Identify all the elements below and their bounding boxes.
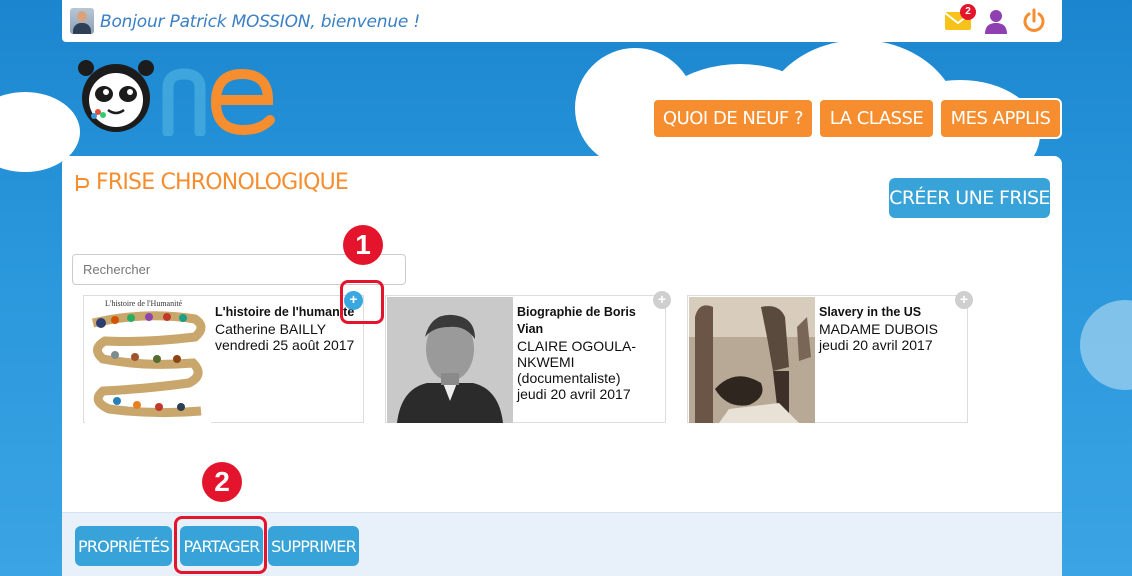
mail-badge: 2	[960, 4, 976, 20]
step-1-marker: 1	[343, 225, 383, 265]
timeline-title[interactable]: Slavery in the US	[819, 304, 965, 321]
one-logo[interactable]	[78, 56, 278, 138]
timeline-thumbnail: L'histoire de l'Humanité	[85, 297, 211, 423]
thumbnail-caption: L'histoire de l'Humanité	[105, 299, 183, 308]
highlight-share-box	[174, 516, 267, 574]
timeline-date: jeudi 20 avril 2017	[517, 386, 631, 402]
select-timeline-plus-icon[interactable]: +	[653, 291, 671, 309]
create-timeline-button[interactable]: CRÉER UNE FRISE	[889, 178, 1050, 218]
timeline-card[interactable]: Biographie de Boris Vian CLAIRE OGOULA-N…	[385, 291, 671, 423]
nav-class-button[interactable]: LA CLASSE	[818, 98, 935, 139]
timeline-thumbnail	[387, 297, 513, 423]
select-timeline-plus-icon[interactable]: +	[955, 291, 973, 309]
step-2-marker: 2	[202, 462, 242, 502]
timeline-author: CLAIRE OGOULA-NKWEMI (documentaliste)	[517, 338, 637, 386]
top-bar: Bonjour Patrick MOSSION, bienvenue ! 2	[62, 0, 1062, 42]
background-cloud	[1080, 300, 1132, 390]
welcome-message: Bonjour Patrick MOSSION, bienvenue !	[100, 12, 421, 32]
avatar[interactable]	[70, 8, 94, 34]
nav-news-button[interactable]: QUOI DE NEUF ?	[652, 98, 814, 139]
mail-icon[interactable]: 2	[944, 4, 976, 36]
timeline-info: Slavery in the US MADAME DUBOIS jeudi 20…	[819, 304, 965, 353]
timeline-icon	[76, 174, 89, 191]
timeline-date: vendredi 25 août 2017	[215, 337, 355, 353]
timeline-author: MADAME DUBOIS	[819, 321, 939, 337]
page-title-text: FRISE CHRONOLOGIQUE	[96, 170, 349, 195]
properties-button[interactable]: PROPRIÉTÉS	[75, 526, 172, 566]
timeline-card[interactable]: L'histoire de l'Humanité L'histoire de l…	[83, 291, 364, 423]
main-panel: FRISE CHRONOLOGIQUE CRÉER UNE FRISE L'hi…	[62, 156, 1062, 576]
user-icon[interactable]	[982, 6, 1010, 36]
delete-button[interactable]: SUPPRIMER	[268, 526, 359, 566]
timeline-title[interactable]: Biographie de Boris Vian	[517, 304, 663, 338]
top-icons: 2	[944, 4, 1048, 36]
timeline-thumbnail	[689, 297, 815, 423]
page-title: FRISE CHRONOLOGIQUE	[74, 170, 349, 195]
timeline-author: Catherine BAILLY	[215, 321, 327, 337]
timeline-date: jeudi 20 avril 2017	[819, 337, 933, 353]
highlight-plus-box	[340, 280, 384, 324]
timeline-card[interactable]: Slavery in the US MADAME DUBOIS jeudi 20…	[687, 291, 973, 423]
timeline-info: Biographie de Boris Vian CLAIRE OGOULA-N…	[517, 304, 663, 402]
power-icon[interactable]	[1020, 6, 1048, 36]
nav-apps-button[interactable]: MES APPLIS	[939, 98, 1062, 139]
